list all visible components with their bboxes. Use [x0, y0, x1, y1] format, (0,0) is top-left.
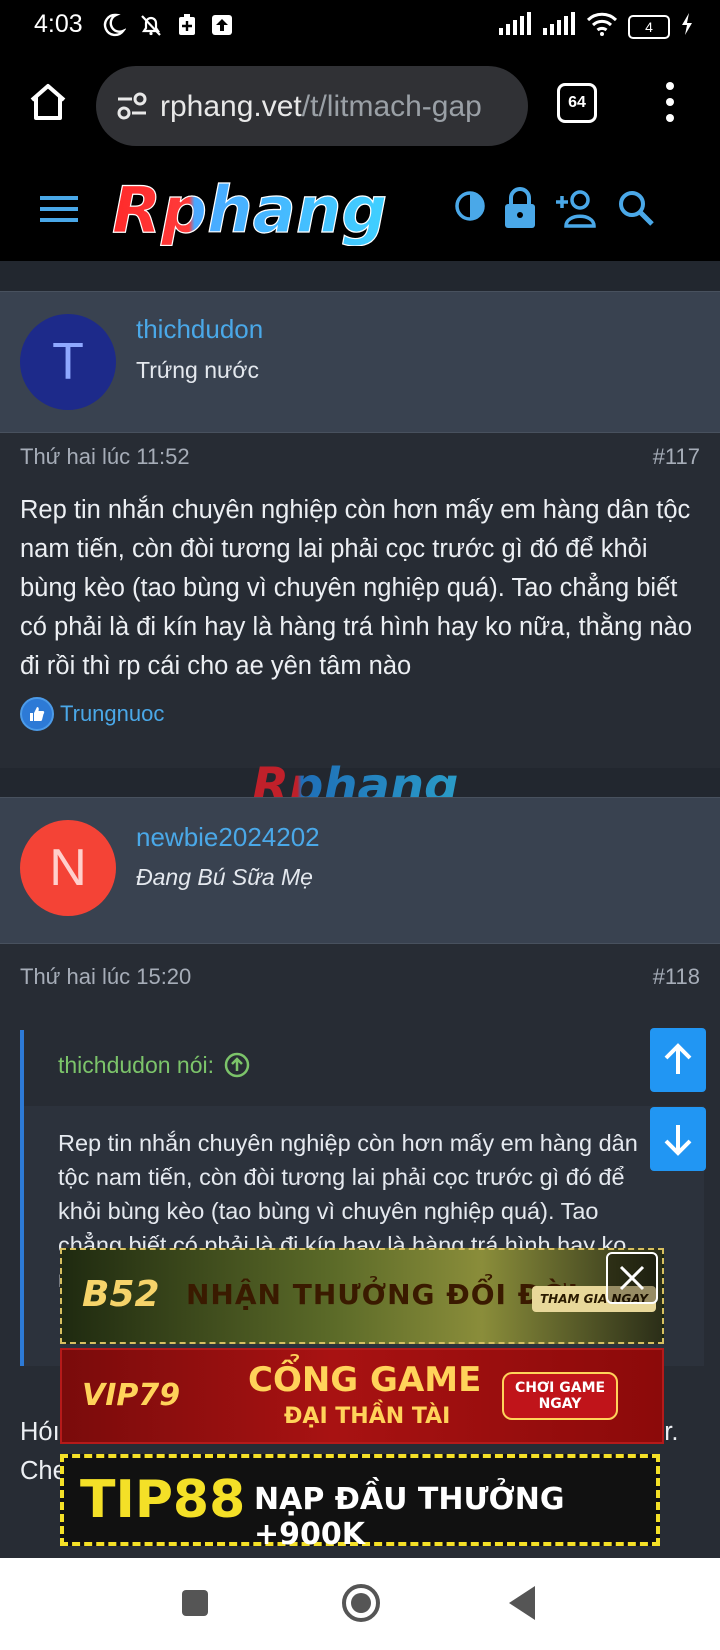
- username[interactable]: newbie2024202: [136, 822, 320, 853]
- battery-saver-icon: [176, 12, 198, 43]
- menu-icon[interactable]: [40, 194, 78, 224]
- back-button[interactable]: [505, 1584, 539, 1627]
- url-text[interactable]: rphang.vet/t/litmach-gap: [160, 90, 510, 124]
- post-date[interactable]: Thứ hai lúc 15:20: [20, 964, 191, 990]
- home-icon[interactable]: [24, 78, 72, 126]
- home-button[interactable]: [340, 1582, 382, 1629]
- system-navigation-bar: [0, 1558, 720, 1650]
- ad-headline: NHẬN THƯỞNG ĐỔI ĐỜI: [186, 1278, 580, 1311]
- like-icon: [20, 697, 54, 731]
- ad-headline: CỔNG GAME: [248, 1360, 482, 1400]
- site-header: Rphang: [0, 156, 720, 262]
- jump-to-quote-icon[interactable]: [224, 1052, 250, 1078]
- signal-icon: [498, 12, 532, 41]
- reaction-user[interactable]: Trungnuoc: [60, 701, 164, 727]
- ad-close-icon[interactable]: [606, 1252, 658, 1304]
- status-bar: 4:03 4: [0, 0, 720, 56]
- upload-icon: [210, 12, 234, 43]
- clock: 4:03: [34, 10, 83, 38]
- ad-brand: VIP79: [82, 1378, 181, 1413]
- user-title: Đang Bú Sữa Mẹ: [136, 864, 313, 890]
- more-menu-icon[interactable]: [660, 80, 680, 124]
- signal-icon-2: [542, 12, 576, 41]
- ad-subline: ĐẠI THẦN TÀI: [284, 1404, 451, 1429]
- avatar[interactable]: T: [20, 314, 116, 410]
- quote-header[interactable]: thichdudon nói:: [24, 1030, 704, 1106]
- status-left-icons: [100, 12, 234, 43]
- scroll-to-top-button[interactable]: [650, 1028, 706, 1092]
- ad-banner-tip88[interactable]: TIP88 NẠP ĐẦU THƯỞNG +900K: [60, 1454, 660, 1552]
- logo-text: Rphang: [112, 176, 387, 246]
- user-title: Trứng nước: [136, 357, 259, 383]
- address-bar[interactable]: rphang.vet/t/litmach-gap: [96, 66, 528, 146]
- post-number[interactable]: #118: [653, 964, 700, 990]
- url-path: /t/litmach-gap: [301, 90, 482, 123]
- battery-indicator: 4: [628, 14, 670, 39]
- lock-icon[interactable]: [505, 187, 535, 228]
- ad-cta[interactable]: CHƠI GAME NGAY: [502, 1372, 618, 1420]
- post-body: Thứ hai lúc 11:52 #117 Rep tin nhắn chuy…: [0, 433, 720, 768]
- status-right-icons: 4: [498, 12, 694, 41]
- wifi-icon: [586, 12, 618, 41]
- moon-icon: [100, 12, 127, 43]
- site-settings-icon[interactable]: [116, 92, 148, 120]
- header-actions: [452, 186, 692, 241]
- site-logo[interactable]: Rphang: [108, 176, 424, 246]
- search-icon[interactable]: [619, 191, 654, 226]
- theme-toggle-icon[interactable]: [455, 191, 485, 221]
- post-date[interactable]: Thứ hai lúc 11:52: [20, 444, 190, 470]
- avatar[interactable]: N: [20, 820, 116, 916]
- post-text: Rep tin nhắn chuyên nghiệp còn hơn mấy e…: [20, 496, 693, 680]
- browser-toolbar: rphang.vet/t/litmach-gap 64: [0, 56, 720, 156]
- post-author-block: T thichdudon Trứng nước: [0, 291, 720, 433]
- reaction-bar[interactable]: Trungnuoc: [20, 697, 164, 731]
- charging-icon: [680, 12, 694, 41]
- tab-switcher-button[interactable]: 64: [557, 83, 597, 123]
- post-number[interactable]: #117: [653, 444, 700, 470]
- ad-headline: NẠP ĐẦU THƯỞNG +900K: [254, 1482, 565, 1552]
- url-host: rphang.vet: [160, 90, 302, 123]
- scroll-to-bottom-button[interactable]: [650, 1107, 706, 1171]
- quote-author[interactable]: thichdudon nói:: [58, 1052, 250, 1079]
- bell-off-icon: [138, 12, 164, 43]
- post-author-block: N newbie2024202 Đang Bú Sữa Mẹ: [0, 797, 720, 944]
- ad-banner-b52[interactable]: B52 NHẬN THƯỞNG ĐỔI ĐỜI THAM GIA NGAY: [60, 1248, 664, 1344]
- ad-brand: B52: [82, 1274, 160, 1315]
- ad-banner-vip79[interactable]: VIP79 CỔNG GAME ĐẠI THẦN TÀI CHƠI GAME N…: [60, 1348, 664, 1444]
- register-icon[interactable]: [556, 190, 596, 228]
- username[interactable]: thichdudon: [136, 314, 263, 345]
- ad-brand: TIP88: [80, 1470, 246, 1530]
- recents-button[interactable]: [180, 1588, 210, 1623]
